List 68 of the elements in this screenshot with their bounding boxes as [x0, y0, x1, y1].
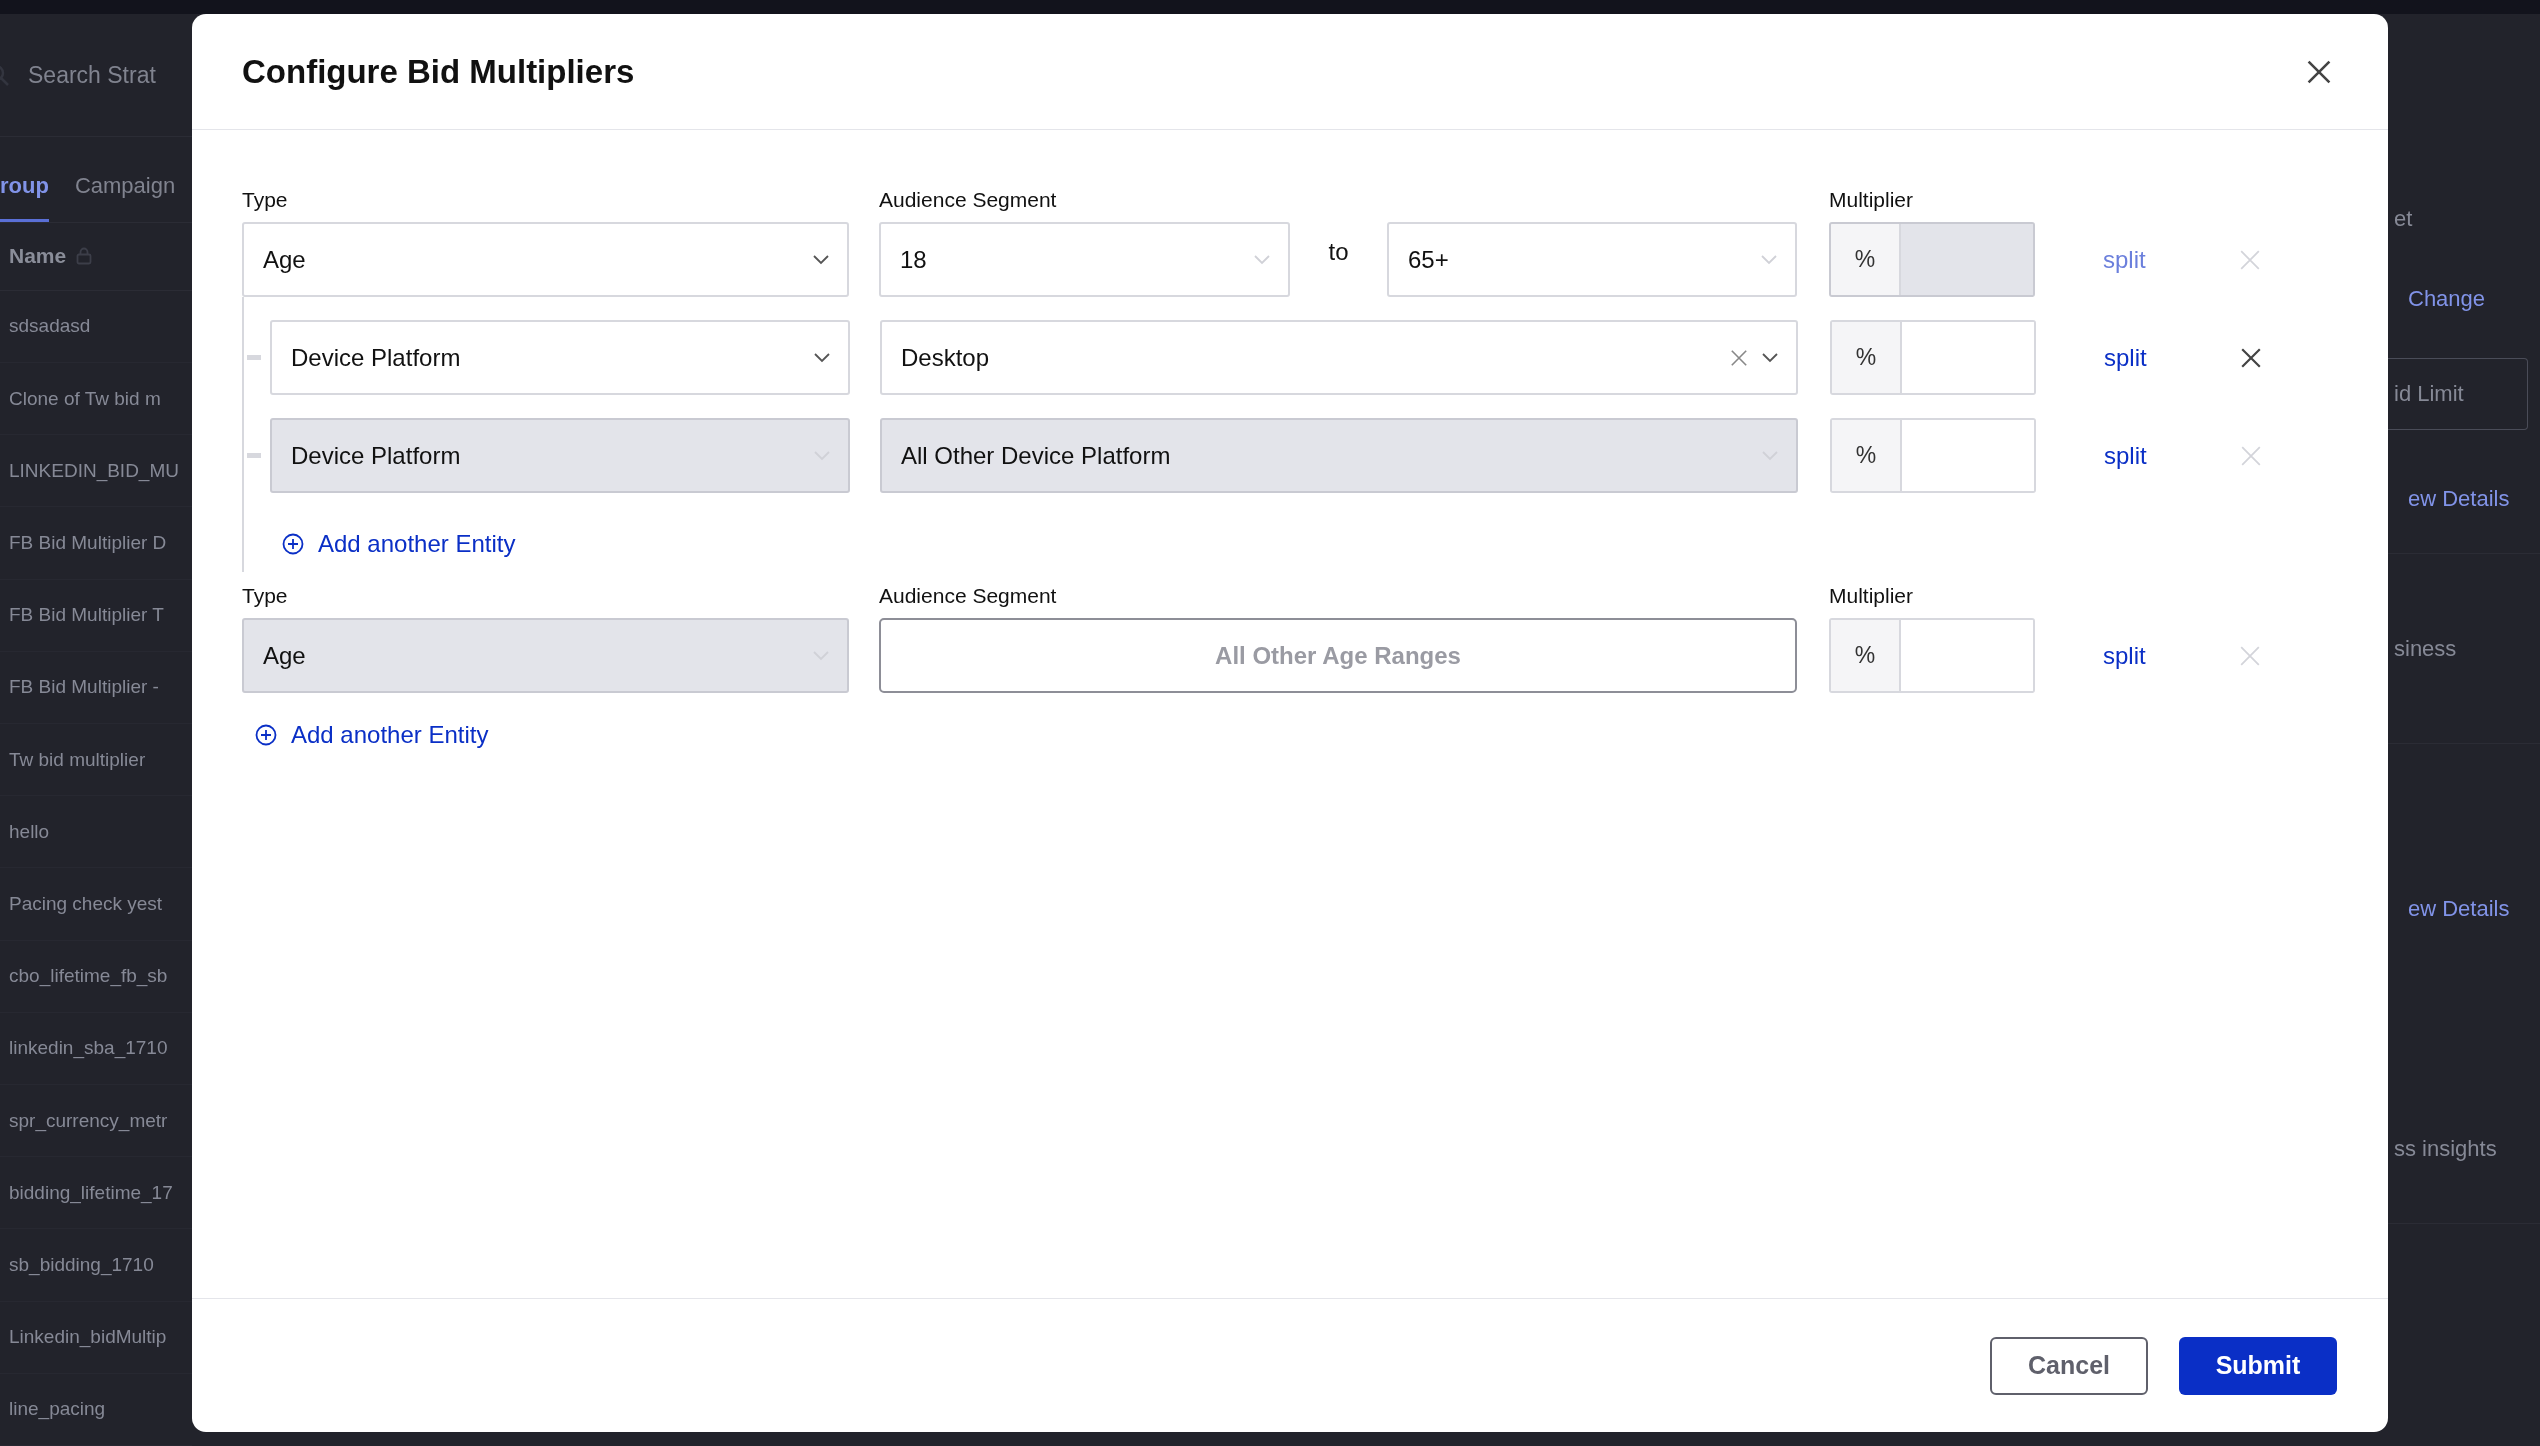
range-separator: to: [1327, 237, 1350, 266]
close-icon: [2306, 58, 2332, 85]
close-icon: [2240, 346, 2262, 369]
select-field[interactable]: 18: [879, 222, 1290, 297]
chevron-down-icon: [813, 254, 829, 265]
table-cell: linkedin_sba_1710: [9, 1037, 168, 1060]
table-cell: cbo_lifetime_fb_sb: [9, 965, 168, 988]
segment-field: All Other Age Ranges: [879, 618, 1797, 693]
add-entity-link[interactable]: Add another Entity: [282, 516, 516, 572]
link[interactable]: Change: [2408, 286, 2486, 312]
select-field[interactable]: Desktop: [880, 320, 1798, 395]
table-cell: Pacing check yest: [9, 893, 163, 916]
add-entity-link[interactable]: Add another Entity: [255, 705, 489, 765]
remove-button[interactable]: [2240, 346, 2262, 369]
table-cell: sdsadasd: [9, 315, 91, 338]
submit-button[interactable]: Submit: [2179, 1336, 2337, 1395]
field-label: Audience Segment: [879, 584, 1058, 608]
table-cell: FB Bid Multiplier -: [9, 676, 159, 699]
field-label: Multiplier: [1829, 584, 1915, 608]
plus-circle-icon: [282, 533, 304, 555]
table-cell: LINKEDIN_BID_MU: [9, 459, 179, 482]
text: et: [2394, 206, 2413, 232]
table-cell: line_pacing: [9, 1398, 106, 1421]
field-label: Multiplier: [1829, 188, 1915, 212]
search-field[interactable]: Search Strat: [28, 61, 156, 89]
field-label: Type: [242, 584, 289, 608]
clear-button[interactable]: [1730, 348, 1748, 367]
field-label: Audience Segment: [879, 188, 1058, 212]
close-icon: [1730, 348, 1748, 367]
chevron-down-icon: [814, 352, 830, 363]
table-cell: hello: [9, 820, 50, 843]
table-cell: spr_currency_metr: [9, 1109, 168, 1132]
field-label: Type: [242, 188, 289, 212]
chevron-down-icon: [1761, 254, 1777, 265]
close-icon: [2239, 248, 2261, 271]
plus-circle-icon: [255, 724, 277, 746]
table-cell: FB Bid Multiplier D: [9, 532, 167, 555]
split-link[interactable]: split: [2104, 441, 2164, 470]
link[interactable]: ew Details: [2408, 896, 2510, 922]
tree-connector: [247, 453, 261, 458]
select-field[interactable]: Device Platform: [270, 320, 850, 395]
table-cell: sb_bidding_1710: [9, 1254, 154, 1277]
link[interactable]: ew Details: [2408, 485, 2510, 512]
cancel-button[interactable]: Cancel: [1990, 1336, 2148, 1395]
table-cell: Tw bid multiplier: [9, 748, 146, 771]
table-cell: Linkedin_bidMultip: [9, 1326, 167, 1349]
multiplier-field[interactable]: %: [1830, 418, 2036, 493]
column-header: Name: [9, 244, 67, 269]
multiplier-field[interactable]: %: [1830, 320, 2036, 395]
tab[interactable]: roup: [0, 173, 49, 223]
close-icon: [2239, 644, 2261, 667]
tab[interactable]: Campaign: [74, 173, 176, 223]
dialog-title: Configure Bid Multipliers: [242, 52, 635, 91]
tree-connector: [247, 355, 261, 360]
table-cell: Clone of Tw bid m: [9, 387, 161, 410]
table-cell: bidding_lifetime_17: [9, 1181, 173, 1204]
split-link[interactable]: split: [2103, 641, 2163, 670]
split-link[interactable]: split: [2104, 343, 2164, 372]
lock-icon: [76, 247, 93, 266]
chevron-down-icon: [1254, 254, 1270, 265]
close-icon: [2240, 444, 2262, 467]
chevron-down-icon: [1762, 352, 1778, 363]
text: siness: [2394, 635, 2457, 662]
table-cell: FB Bid Multiplier T: [9, 604, 164, 627]
text: ss insights: [2394, 1135, 2497, 1162]
select-field[interactable]: Age: [242, 222, 849, 297]
multiplier-field[interactable]: %: [1829, 618, 2035, 693]
select-field[interactable]: 65+: [1387, 222, 1797, 297]
